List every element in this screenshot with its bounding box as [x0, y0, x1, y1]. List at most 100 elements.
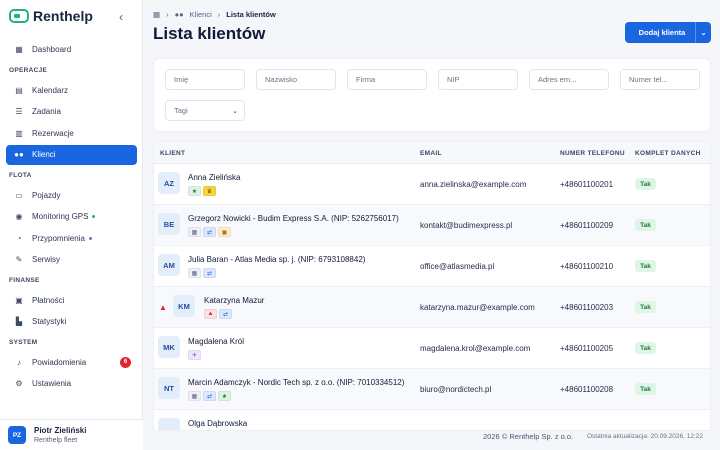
table-header: KLIENT EMAIL NUMER TELEFONU KOMPLET DANY…: [154, 142, 710, 164]
tag-icon: ★: [188, 186, 201, 196]
status-badge: Tak: [635, 178, 656, 190]
sidebar-item-dashboard[interactable]: ▦ Dashboard: [6, 40, 137, 60]
filters-panel: Imię Nazwisko Firma NIP Adres em... Nume…: [153, 58, 711, 132]
sidebar-item-label: Rezerwacje: [32, 128, 74, 138]
sidebar-item-label: Ustawienia: [32, 379, 72, 388]
table-row[interactable]: MK Magdalena Król ✈ magdalena.krol@example.…: [154, 328, 710, 369]
sidebar-item-powiadomienia[interactable]: ♪ Powiadomienia 6: [6, 352, 137, 372]
client-phone: +48601100201: [560, 180, 614, 189]
brand[interactable]: Renthelp: [9, 8, 93, 24]
client-email[interactable]: kontakt@budimexpress.pl: [420, 221, 512, 230]
sidebar-nav: ▦ Dashboard OPERACJE ▤ Kalendarz ☰ Zadan…: [0, 38, 143, 395]
client-email[interactable]: biuro@nordictech.pl: [420, 385, 491, 394]
sidebar-item-label: Statystyki: [32, 317, 67, 326]
location-icon: ◉: [15, 212, 23, 221]
sidebar-item-serwisy[interactable]: ✎ Serwisy: [6, 250, 137, 270]
client-avatar: AZ: [158, 172, 180, 194]
table-row[interactable]: AM Julia Baran - Atlas Media sp. j. (NIP:…: [154, 246, 710, 287]
filter-nip-input[interactable]: NIP: [438, 69, 518, 90]
sidebar-item-klienci[interactable]: ●● Klienci: [6, 144, 137, 165]
filter-nazwisko-input[interactable]: Nazwisko: [256, 69, 336, 90]
home-grid-icon[interactable]: ▦: [153, 10, 160, 19]
page-title: Lista klientów: [153, 24, 266, 43]
placeholder: Nazwisko: [265, 75, 298, 84]
table-row[interactable]: AZ Anna Zielińska ★ ♛ anna.zielinska@example…: [154, 164, 710, 205]
client-name[interactable]: Julia Baran - Atlas Media sp. j. (NIP: 6…: [188, 255, 365, 264]
client-email[interactable]: anna.zielinska@example.com: [420, 180, 526, 189]
tag-icon: ▣: [218, 227, 231, 237]
chevron-right-icon: ›: [217, 10, 221, 19]
sidebar-item-label: Kalendarz: [32, 85, 69, 95]
add-client-button[interactable]: Dodaj klienta ⌄: [625, 22, 711, 43]
sidebar-item-zadania[interactable]: ☰ Zadania: [6, 102, 137, 122]
col-phone[interactable]: NUMER TELEFONU: [560, 150, 625, 157]
user-name: Piotr Zieliński: [34, 426, 87, 435]
bookings-icon: ▥: [15, 128, 23, 138]
table-row[interactable]: Olga Dąbrowska: [154, 410, 710, 430]
client-avatar: NT: [158, 377, 180, 399]
client-email[interactable]: katarzyna.mazur@example.com: [420, 303, 535, 312]
sidebar: Renthelp ‹ ▦ Dashboard OPERACJE ▤ Kalend…: [0, 0, 143, 450]
sidebar-item-przypomnienia[interactable]: ◔ Przypomnienia: [6, 228, 137, 248]
col-email[interactable]: EMAIL: [420, 150, 442, 157]
client-avatar: AM: [158, 254, 180, 276]
sidebar-item-platnosci[interactable]: ▣ Płatności: [6, 290, 137, 310]
sidebar-item-label: Płatności: [32, 295, 65, 305]
placeholder: Numer tel...: [629, 75, 668, 84]
clients-table: KLIENT EMAIL NUMER TELEFONU KOMPLET DANY…: [153, 141, 711, 431]
client-phone: +48601100208: [560, 385, 614, 394]
filter-tags-select[interactable]: Tagi ⌄: [165, 100, 245, 121]
notification-count-badge: 6: [120, 356, 131, 368]
sidebar-item-statystyki[interactable]: ▙ Statystyki: [6, 312, 137, 332]
client-avatar: KM: [173, 295, 195, 317]
sidebar-item-ustawienia[interactable]: ⚙ Ustawienia: [6, 374, 137, 394]
placeholder: Imię: [174, 75, 189, 84]
sidebar-item-kalendarz[interactable]: ▤ Kalendarz: [6, 80, 137, 100]
client-phone: +48601100210: [560, 262, 614, 271]
brand-name: Renthelp: [33, 8, 93, 24]
sidebar-item-label: Przypomnienia: [32, 233, 85, 243]
client-avatar: BE: [158, 213, 180, 235]
table-row[interactable]: NT Marcin Adamczyk - Nordic Tech sp. z o.…: [154, 369, 710, 410]
chevron-down-icon[interactable]: ⌄: [695, 22, 711, 43]
client-name[interactable]: Marcin Adamczyk - Nordic Tech sp. z o.o.…: [188, 378, 404, 387]
client-name[interactable]: Anna Zielińska: [188, 173, 240, 182]
sidebar-item-label: Monitoring GPS: [32, 212, 89, 221]
table-row[interactable]: ▲ KM Katarzyna Mazur ▲ ⇄ katarzyna.mazur@exam…: [154, 287, 710, 328]
client-name[interactable]: Grzegorz Nowicki - Budim Express S.A. (N…: [188, 214, 399, 223]
sidebar-item-pojazdy[interactable]: ▭ Pojazdy: [6, 185, 137, 205]
alarm-icon: ◔: [16, 233, 22, 243]
calendar-icon: ▤: [15, 85, 23, 95]
table-row[interactable]: BE Grzegorz Nowicki - Budim Express S.A. …: [154, 205, 710, 246]
client-name[interactable]: Olga Dąbrowska: [188, 419, 247, 428]
client-phone: +48601100205: [560, 344, 614, 353]
client-name[interactable]: Katarzyna Mazur: [204, 296, 264, 305]
col-klient[interactable]: KLIENT: [160, 150, 185, 157]
sidebar-item-label: Klienci: [32, 150, 56, 159]
placeholder: NIP: [447, 75, 460, 84]
status-badge: Tak: [635, 260, 656, 272]
filter-email-input[interactable]: Adres em...: [529, 69, 609, 90]
col-complete[interactable]: KOMPLET DANYCH: [635, 150, 701, 157]
client-email[interactable]: magdalena.krol@example.com: [420, 344, 530, 353]
client-email[interactable]: office@atlasmedia.pl: [420, 262, 494, 271]
chevron-right-icon: ›: [166, 10, 169, 19]
car-logo-icon: [9, 9, 29, 23]
sidebar-item-rezerwacje[interactable]: ▥ Rezerwacje: [6, 123, 137, 143]
user-profile[interactable]: PZ Piotr Zieliński Renthelp fleet: [0, 419, 143, 450]
users-icon: ●●: [174, 10, 184, 19]
footer-updated: Ostatnia aktualizacja: 20.09.2026, 12:22: [587, 433, 703, 440]
sidebar-item-monitoring-gps[interactable]: ◉ Monitoring GPS: [6, 207, 137, 227]
filter-phone-input[interactable]: Numer tel...: [620, 69, 700, 90]
collapse-sidebar-icon[interactable]: ‹: [119, 10, 123, 24]
status-dot: [92, 215, 96, 218]
client-tags: ★ ♛: [188, 186, 216, 196]
status-badge: Tak: [635, 219, 656, 231]
filter-firma-input[interactable]: Firma: [347, 69, 427, 90]
client-name[interactable]: Magdalena Król: [188, 337, 244, 346]
section-finanse: FINANSE: [9, 276, 40, 284]
filter-imie-input[interactable]: Imię: [165, 69, 245, 90]
placeholder: Tagi: [174, 106, 188, 115]
tag-icon: ⇄: [203, 391, 216, 401]
breadcrumb-klienci[interactable]: Klienci: [190, 10, 212, 19]
